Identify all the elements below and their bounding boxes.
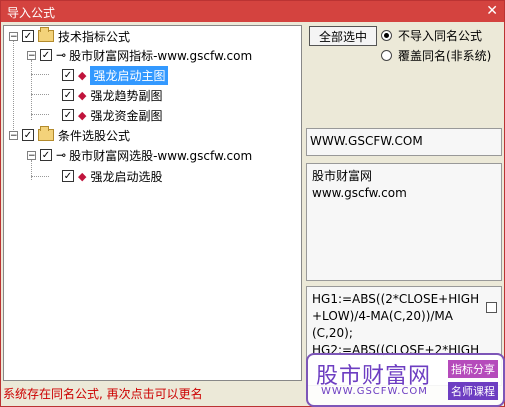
tree-connector xyxy=(31,74,49,75)
watermark-url: WWW.GSCFW.COM xyxy=(321,386,428,397)
collapse-toggle[interactable]: − xyxy=(9,130,18,140)
close-icon[interactable]: ✕ xyxy=(486,3,498,19)
diamond-icon: ◆ xyxy=(78,68,87,82)
url-field: WWW.GSCFW.COM xyxy=(306,128,502,156)
formula-tree[interactable]: − ✓ 技术指标公式 − ✓ ⊸ 股市财富网指标-www.gscfw.com ✓… xyxy=(3,25,302,381)
radio-overwrite-duplicate[interactable]: 覆盖同名(非系统) xyxy=(381,47,491,64)
tree-item-qianglong-select[interactable]: ✓ ◆ 强龙启动选股 xyxy=(62,167,162,185)
folder-icon xyxy=(38,27,54,42)
tree-connector xyxy=(31,176,49,177)
tree-item-label: 强龙启动主图 xyxy=(90,65,169,85)
watermark-tag: 指标分享 xyxy=(448,360,498,378)
key-icon: ⊸ xyxy=(56,48,67,62)
group-checkbox[interactable]: ✓ xyxy=(22,129,34,141)
radio-label: 不导入同名公式 xyxy=(398,29,483,43)
radio-label: 覆盖同名(非系统) xyxy=(398,49,492,63)
watermark-tag: 名师课程 xyxy=(448,382,498,400)
tree-item-qianglong-main[interactable]: ✓ ◆ 强龙启动主图 xyxy=(62,65,169,85)
tree-connector xyxy=(31,60,32,120)
code-line: HG1:=ABS((2*CLOSE+HIGH xyxy=(312,292,480,306)
collapse-toggle[interactable]: − xyxy=(27,150,36,160)
item-checkbox[interactable]: ✓ xyxy=(62,69,74,81)
collapse-toggle[interactable]: − xyxy=(27,50,36,60)
tree-group-label: 条件选股公式 xyxy=(58,128,131,143)
tree-connector xyxy=(13,40,14,140)
diamond-icon: ◆ xyxy=(78,108,87,122)
diamond-icon: ◆ xyxy=(78,88,87,102)
url-text: WWW.GSCFW.COM xyxy=(310,134,423,148)
tree-group-label: 技术指标公式 xyxy=(58,29,131,44)
tree-connector xyxy=(31,94,49,95)
tree-connector xyxy=(31,114,49,115)
tree-item-label: 强龙启动选股 xyxy=(90,169,163,184)
item-checkbox[interactable]: ✓ xyxy=(62,109,74,121)
title-bar: 导入公式 ✕ xyxy=(1,1,504,22)
tree-subgroup-indicators[interactable]: − ✓ ⊸ 股市财富网指标-www.gscfw.com xyxy=(27,46,252,64)
code-line: (C,20); xyxy=(312,326,353,340)
subgroup-checkbox[interactable]: ✓ xyxy=(40,49,52,61)
diamond-icon: ◆ xyxy=(78,169,87,183)
radio-dot[interactable] xyxy=(381,30,392,41)
tree-item-label: 强龙趋势副图 xyxy=(90,88,163,103)
code-checkbox[interactable] xyxy=(486,302,497,313)
group-checkbox[interactable]: ✓ xyxy=(22,30,34,42)
status-message: 系统存在同名公式, 再次点击可以更名 xyxy=(3,387,203,401)
key-icon: ⊸ xyxy=(56,148,67,162)
select-all-button[interactable]: 全部选中 xyxy=(309,26,377,46)
import-formula-dialog: 导入公式 ✕ − ✓ 技术指标公式 − ✓ ⊸ 股市财富网指标-www.gscf… xyxy=(0,0,505,407)
description-line: www.gscfw.com xyxy=(312,186,407,200)
tree-subgroup-selection[interactable]: − ✓ ⊸ 股市财富网选股-www.gscfw.com xyxy=(27,146,252,164)
window-title: 导入公式 xyxy=(7,6,56,20)
tree-group-conditions[interactable]: − ✓ 条件选股公式 xyxy=(9,126,130,144)
radio-skip-duplicate[interactable]: 不导入同名公式 xyxy=(381,27,482,44)
tree-subgroup-label: 股市财富网指标-www.gscfw.com xyxy=(69,48,253,63)
radio-dot[interactable] xyxy=(381,50,392,61)
description-line: 股市财富网 xyxy=(312,169,373,183)
item-checkbox[interactable]: ✓ xyxy=(62,89,74,101)
code-line: +LOW)/4-MA(C,20))/MA xyxy=(312,309,453,323)
tree-item-qianglong-trend[interactable]: ✓ ◆ 强龙趋势副图 xyxy=(62,86,162,104)
tree-item-label: 强龙资金副图 xyxy=(90,108,163,123)
subgroup-checkbox[interactable]: ✓ xyxy=(40,149,52,161)
description-box: 股市财富网 www.gscfw.com xyxy=(306,163,502,281)
tree-group-indicators[interactable]: − ✓ 技术指标公式 xyxy=(9,27,130,45)
watermark-logo: 股市财富网 WWW.GSCFW.COM 指标分享 名师课程 xyxy=(306,353,505,407)
item-checkbox[interactable]: ✓ xyxy=(62,170,74,182)
collapse-toggle[interactable]: − xyxy=(9,31,18,41)
folder-icon xyxy=(38,126,54,141)
tree-item-qianglong-fund[interactable]: ✓ ◆ 强龙资金副图 xyxy=(62,106,162,124)
tree-subgroup-label: 股市财富网选股-www.gscfw.com xyxy=(69,148,253,163)
